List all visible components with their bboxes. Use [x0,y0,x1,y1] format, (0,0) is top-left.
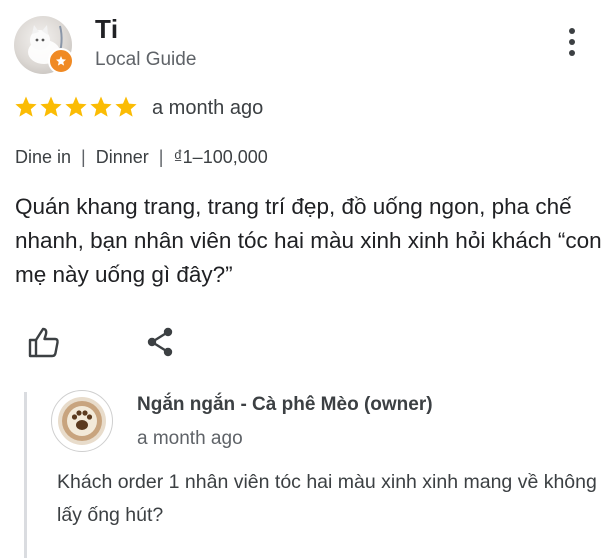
tag-price: ₫1–100,000 [173,147,268,167]
reviewer-subtitle: Local Guide [95,49,197,70]
tag-separator: | [158,147,164,167]
more-vert-icon[interactable] [560,28,584,64]
thumbs-up-icon[interactable] [24,322,64,362]
local-guide-badge-icon [48,48,74,74]
star-icon [115,96,137,117]
owner-avatar[interactable] [51,390,113,452]
owner-reply-time: a month ago [137,428,243,449]
owner-name[interactable]: Ngắn ngắn - Cà phê Mèo (owner) [137,394,433,416]
owner-reply-text: Khách order 1 nhân viên tóc hai màu xinh… [57,471,597,526]
star-icon [40,96,62,117]
star-icon [65,96,87,117]
star-icon [15,96,37,117]
latte-paw-logo [58,397,106,445]
star-rating [14,95,138,119]
review-text: Quán khang trang, trang trí đẹp, đồ uống… [15,194,602,287]
share-icon[interactable] [140,322,180,362]
tag-separator: | [81,147,86,167]
reviewer-name[interactable]: Ti [95,14,119,45]
review-tags: Dine in | Dinner | ₫1–100,000 [15,147,268,168]
star-icon [90,96,112,117]
reply-divider [24,392,27,558]
tag-meal: Dinner [95,147,149,167]
tag-dine-in: Dine in [15,147,72,167]
review-time: a month ago [152,97,264,119]
